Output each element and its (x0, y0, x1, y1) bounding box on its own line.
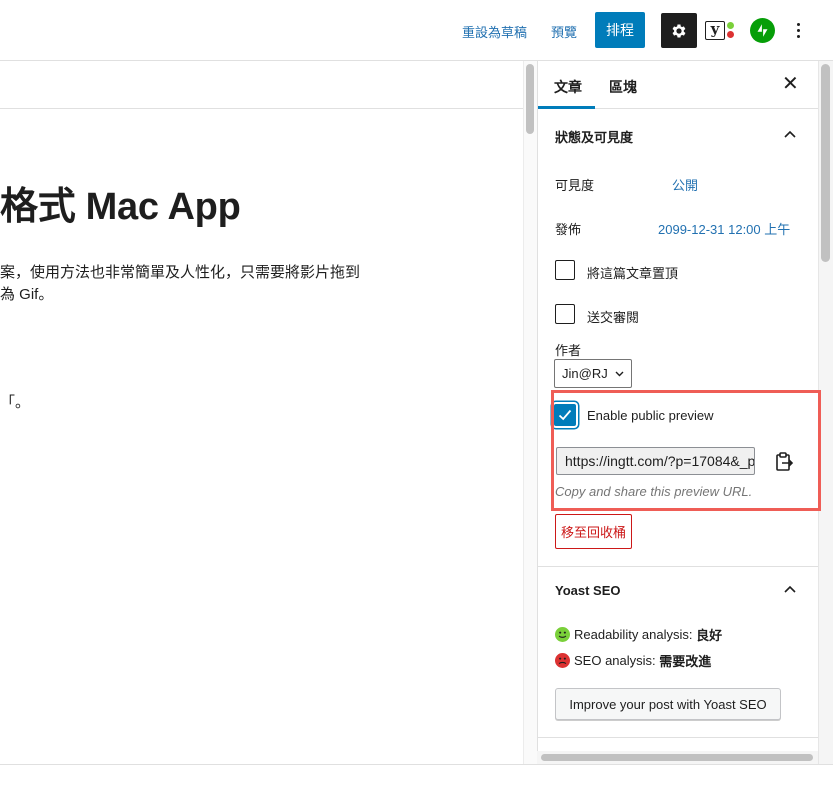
paragraph-block[interactable]: 案，使用方法也非常簡單及人性化，只需要將影片拖到 (0, 261, 360, 282)
schedule-button[interactable]: 排程 (595, 12, 645, 48)
preview-button[interactable]: 預覽 (551, 22, 577, 41)
smiley-bad-icon (555, 653, 570, 668)
seo-analysis: SEO analysis: 需要改進 (555, 651, 711, 670)
readability-value: 良好 (696, 628, 723, 643)
post-title[interactable]: 格式 Mac App (0, 175, 241, 230)
active-tab-indicator (538, 106, 595, 109)
chevron-down-icon (615, 371, 624, 377)
readability-analysis: Readability analysis: 良好 (555, 625, 722, 644)
publish-date-link[interactable]: 2099-12-31 12:00 上午 (658, 219, 790, 238)
panel-divider (538, 566, 819, 567)
pending-review-checkbox[interactable] (555, 304, 575, 324)
editor-canvas: 格式 Mac App 案，使用方法也非常簡單及人性化，只需要將影片拖到 為 Gi… (0, 61, 523, 764)
smiley-good-icon (555, 627, 570, 642)
jetpack-icon (757, 24, 768, 37)
yoast-icon: y (705, 20, 725, 40)
status-panel-title[interactable]: 狀態及可見度 (555, 127, 633, 146)
sticky-label: 將這篇文章置頂 (587, 266, 679, 281)
yoast-panel-title[interactable]: Yoast SEO (555, 583, 621, 598)
seo-value: 需要改進 (659, 654, 712, 669)
public-preview-highlight (551, 390, 821, 511)
editor-scrollbar-thumb[interactable] (526, 64, 534, 134)
editor-divider (0, 108, 523, 109)
paragraph-block[interactable]: 「。 (0, 391, 30, 412)
sidebar-tabs: 文章 區塊 ✕ (538, 61, 819, 109)
sticky-checkbox[interactable] (555, 260, 575, 280)
sidebar-scrollbar-thumb[interactable] (821, 64, 830, 262)
chevron-up-icon[interactable] (784, 585, 796, 593)
yoast-status-dots (727, 20, 735, 40)
author-label: 作者 (555, 343, 582, 358)
tab-block[interactable]: 區塊 (609, 77, 637, 97)
jetpack-button[interactable] (750, 18, 775, 43)
improve-with-yoast-button[interactable]: Improve your post with Yoast SEO (555, 688, 781, 720)
pending-review-label: 送交審閱 (587, 310, 640, 325)
visibility-value-link[interactable]: 公開 (672, 175, 698, 194)
close-icon[interactable]: ✕ (782, 74, 799, 94)
paragraph-block[interactable]: 為 Gif。 (0, 283, 53, 304)
yoast-button[interactable]: y (705, 18, 737, 42)
bottom-border (0, 764, 833, 765)
publish-label: 發佈 (555, 222, 582, 237)
author-select[interactable]: Jin@RJ (554, 359, 632, 388)
more-vertical-icon (796, 22, 800, 26)
seo-label: SEO analysis: (574, 653, 656, 668)
readability-label: Readability analysis: (574, 627, 693, 642)
settings-button[interactable] (661, 13, 697, 48)
sidebar-horizontal-scrollbar-thumb[interactable] (541, 754, 813, 761)
author-select-value: Jin@RJ (562, 366, 608, 381)
visibility-label: 可見度 (555, 178, 595, 193)
editor-toolbar: 重設為草稿 預覽 排程 y (0, 0, 833, 61)
tab-post[interactable]: 文章 (554, 77, 582, 97)
move-to-trash-button[interactable]: 移至回收桶 (555, 514, 632, 549)
more-options-button[interactable] (788, 18, 808, 42)
chevron-up-icon[interactable] (784, 130, 796, 138)
editor-scrollbar[interactable] (523, 61, 537, 764)
panel-divider (538, 737, 819, 738)
gear-icon (672, 23, 686, 38)
switch-to-draft-button[interactable]: 重設為草稿 (462, 22, 527, 41)
